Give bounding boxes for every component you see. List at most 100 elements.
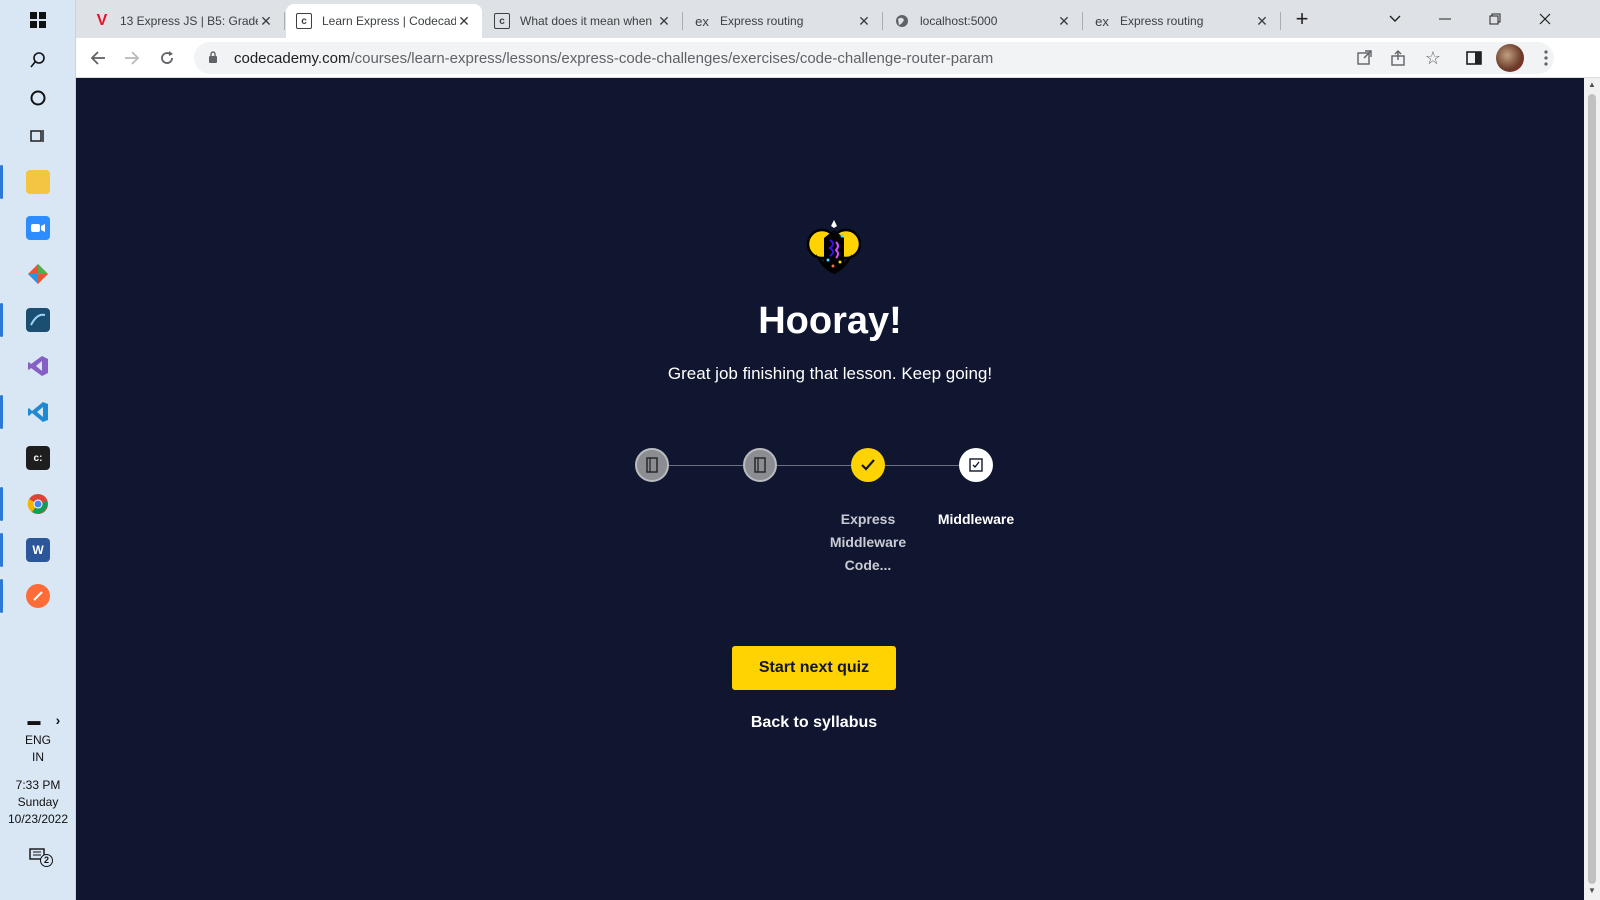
tab-title: localhost:5000 <box>920 14 998 28</box>
share-icon[interactable] <box>1386 46 1410 70</box>
tab-express-routing[interactable]: ex Express routing ✕ <box>684 4 882 38</box>
taskbar-indicator <box>0 579 3 613</box>
clock-day: Sunday <box>17 795 59 809</box>
taskbar-indicator <box>0 395 3 429</box>
close-icon[interactable]: ✕ <box>656 13 672 30</box>
avatar[interactable] <box>1496 44 1524 72</box>
windows-start-icon[interactable] <box>26 8 50 32</box>
tab-express-routing-2[interactable]: ex Express routing ✕ <box>1084 4 1280 38</box>
notification-count: 2 <box>40 854 53 867</box>
scroll-down-arrow-icon[interactable]: ▼ <box>1584 884 1600 898</box>
globe-icon <box>894 13 910 29</box>
lesson-book-icon <box>646 457 658 473</box>
vscode-icon[interactable] <box>26 400 50 424</box>
tab-localhost[interactable]: localhost:5000 ✕ <box>884 4 1082 38</box>
close-icon[interactable]: ✕ <box>1254 13 1270 30</box>
tab-separator <box>682 12 683 30</box>
tab-title: Express routing <box>1120 14 1204 28</box>
new-tab-button[interactable]: + <box>1280 4 1324 34</box>
page-subtitle: Great job finishing that lesson. Keep go… <box>667 364 993 383</box>
checkmark-icon <box>861 459 875 471</box>
codecademy-favicon-icon: c <box>494 13 510 29</box>
express-favicon-icon: ex <box>695 13 709 29</box>
codecademy-favicon-icon: c <box>296 13 312 29</box>
url-path: /courses/learn-express/lessons/express-c… <box>350 49 994 67</box>
search-icon[interactable] <box>26 48 50 72</box>
file-explorer-icon[interactable] <box>26 170 50 194</box>
clock-time[interactable]: 7:33 PM <box>0 777 76 794</box>
back-to-syllabus-link[interactable]: Back to syllabus <box>712 714 916 732</box>
progress-step-4[interactable] <box>959 448 993 482</box>
task-view-icon[interactable] <box>26 124 50 148</box>
browser-toolbar: codecademy.com/courses/learn-express/les… <box>76 38 1600 78</box>
tab-title: 13 Express JS | B5: Grade <box>120 14 258 28</box>
postman-icon[interactable] <box>26 584 50 608</box>
progress-connector <box>885 465 959 466</box>
close-window-button[interactable] <box>1522 4 1568 34</box>
minimize-button[interactable] <box>1422 4 1468 34</box>
express-favicon-icon: ex <box>1095 13 1109 29</box>
chrome-icon[interactable] <box>26 492 50 516</box>
tab-title: Learn Express | Codecade <box>322 14 456 28</box>
url-host: codecademy.com <box>234 49 351 67</box>
more-menu-icon[interactable] <box>1534 46 1558 70</box>
lesson-complete-page: Hooray! Great job finishing that lesson.… <box>76 78 1584 900</box>
mysql-workbench-icon[interactable] <box>26 308 50 332</box>
notification-icon[interactable]: 2 <box>26 844 53 868</box>
close-icon[interactable]: ✕ <box>258 13 274 30</box>
taskbar-indicator <box>0 487 3 521</box>
lesson-book-icon <box>754 457 766 473</box>
progress-connector <box>669 465 743 466</box>
progress-step-2[interactable] <box>743 448 777 482</box>
tab-search-chevron-icon[interactable] <box>1372 4 1418 34</box>
close-icon[interactable]: ✕ <box>856 13 872 30</box>
tab-separator <box>882 12 883 30</box>
progress-step-1[interactable] <box>635 448 669 482</box>
scroll-up-arrow-icon[interactable]: ▲ <box>1584 78 1600 92</box>
browser-tab-strip: V 13 Express JS | B5: Grade ✕ c Learn Ex… <box>76 0 1600 38</box>
vscode-tab-favicon-icon: V <box>96 12 108 29</box>
progress-step-3-label: Express Middleware Code... <box>829 511 907 573</box>
tab-express-js-grade[interactable]: V 13 Express JS | B5: Grade ✕ <box>84 4 284 38</box>
battery-icon[interactable]: ▬ <box>22 708 46 732</box>
address-bar[interactable]: codecademy.com/courses/learn-express/les… <box>194 42 1554 74</box>
word-icon[interactable]: W <box>26 538 50 562</box>
progress-step-4-label: Middleware <box>937 511 1015 527</box>
tab-separator <box>284 12 285 30</box>
reload-button[interactable] <box>153 44 181 72</box>
forward-button[interactable] <box>118 44 146 72</box>
tab-title: What does it mean when <box>520 14 653 28</box>
restore-button[interactable] <box>1472 4 1518 34</box>
terminal-icon[interactable]: c: <box>26 446 50 470</box>
taskbar-indicator <box>0 303 3 337</box>
region-label[interactable]: IN <box>0 749 76 766</box>
progress-connector <box>777 465 851 466</box>
open-in-app-icon[interactable] <box>1352 46 1376 70</box>
tab-learn-express[interactable]: c Learn Express | Codecade ✕ <box>286 4 482 38</box>
back-button[interactable] <box>84 44 112 72</box>
cortana-icon[interactable] <box>26 86 50 110</box>
start-next-quiz-button[interactable]: Start next quiz <box>732 646 896 690</box>
side-panel-icon[interactable] <box>1462 46 1486 70</box>
lock-icon[interactable] <box>208 50 222 66</box>
clock-date: 10/23/2022 <box>7 812 69 826</box>
visual-studio-icon[interactable] <box>26 354 50 378</box>
progress-step-3[interactable] <box>851 448 885 482</box>
tab-separator <box>1082 12 1083 30</box>
bookmark-star-icon[interactable]: ☆ <box>1421 46 1445 70</box>
quiz-icon <box>969 458 983 472</box>
close-icon[interactable]: ✕ <box>1056 13 1072 30</box>
taskbar-indicator <box>0 533 3 567</box>
tab-what-does-it-mean[interactable]: c What does it mean when ✕ <box>484 4 682 38</box>
git-app-icon[interactable] <box>26 262 50 286</box>
celebration-icon <box>806 220 862 274</box>
chevron-right-icon[interactable]: › <box>46 708 70 732</box>
page-title: Hooray! <box>758 300 902 342</box>
close-icon[interactable]: ✕ <box>456 13 472 30</box>
windows-taskbar: c: W ▬ › ENG IN 7:33 PM Sunday 10/23/202… <box>0 0 76 900</box>
page-scrollbar[interactable]: ▲ ▼ <box>1584 78 1600 900</box>
scrollbar-thumb[interactable] <box>1588 94 1596 884</box>
tab-title: Express routing <box>720 14 804 28</box>
language-label[interactable]: ENG <box>0 732 76 749</box>
zoom-icon[interactable] <box>26 216 50 240</box>
